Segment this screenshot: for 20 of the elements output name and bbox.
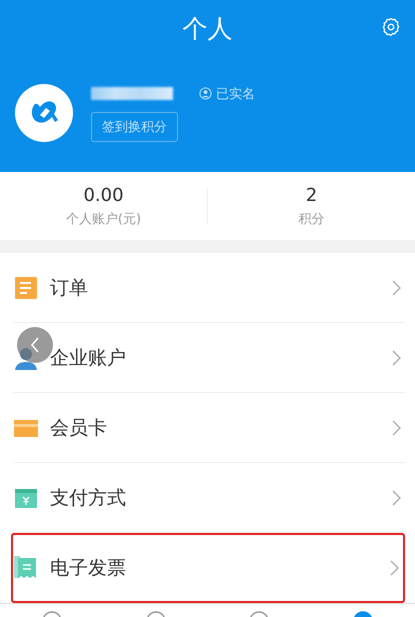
page-title: 个人 (182, 12, 232, 44)
chevron-icon (392, 490, 401, 506)
document-icon (14, 276, 38, 300)
menu-row[interactable]: 电子发票 (11, 533, 405, 603)
chevron-icon (392, 350, 401, 366)
receipt-icon (14, 556, 38, 580)
menu-row[interactable]: 订单 (13, 253, 405, 323)
back-icon[interactable] (30, 337, 40, 353)
chevron-icon (392, 420, 401, 436)
menu-row[interactable]: 支付方式 (13, 463, 405, 533)
verified-label: 已实名 (216, 86, 255, 102)
chevron-icon (392, 280, 401, 296)
settings-icon[interactable] (381, 17, 401, 37)
chevron-icon (390, 560, 399, 576)
stat-value: 0.00 (83, 184, 124, 206)
stat-label: 个人账户(元) (66, 210, 142, 228)
menu-row[interactable]: 会员卡 (13, 393, 405, 463)
stat-value: 2 (306, 184, 318, 206)
stat-label: 积分 (298, 210, 324, 228)
user-icon (199, 87, 212, 100)
